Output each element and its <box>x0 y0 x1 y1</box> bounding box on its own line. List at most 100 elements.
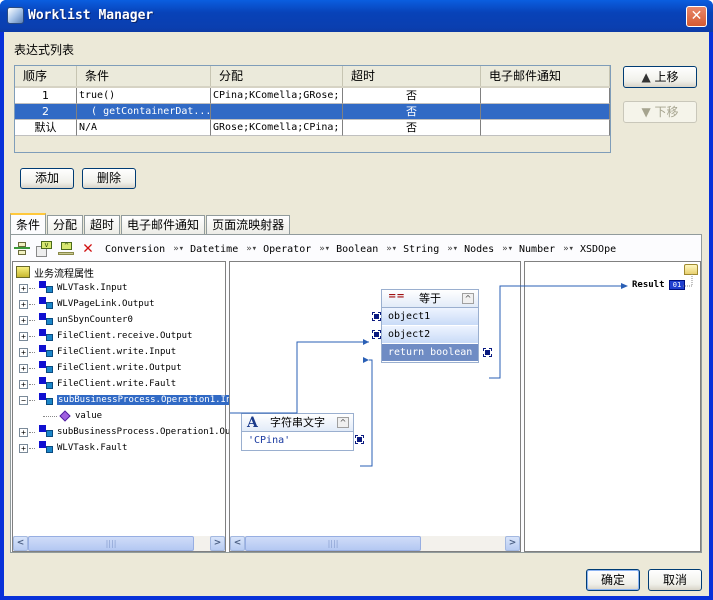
tree-item-label: value <box>75 411 103 421</box>
expression-list-label: 表达式列表 <box>14 43 75 57</box>
tree-item[interactable]: + WLVPageLink.Output <box>19 296 155 312</box>
table-header: 顺序 条件 分配 超时 电子邮件通知 <box>15 66 610 88</box>
add-button[interactable]: 添加 <box>20 168 74 189</box>
scroll-right-icon[interactable]: > <box>210 536 225 551</box>
menu-number[interactable]: Number »▾ <box>519 244 574 255</box>
tree-item[interactable]: + WLVTask.Fault <box>19 440 127 456</box>
tree-leaf-item[interactable]: value <box>43 408 102 424</box>
tree-hscrollbar[interactable]: < |||| > <box>13 536 225 551</box>
input-object1[interactable]: object1 <box>382 308 478 326</box>
tree-item[interactable]: + FileClient.write.Output <box>19 360 182 376</box>
menu-datetime[interactable]: Datetime »▾ <box>190 244 257 255</box>
expand-plus-icon[interactable]: + <box>19 379 28 389</box>
scroll-right-icon[interactable]: > <box>505 536 520 551</box>
string-literal-title: 字符串文字 <box>270 416 325 429</box>
port-string-out[interactable] <box>355 435 364 444</box>
menu-conversion[interactable]: Conversion »▾ <box>105 244 184 255</box>
table-row-selected[interactable]: 2 ( getContainerDat... 否 <box>15 104 610 120</box>
string-literal-value[interactable]: 'CPina' <box>242 432 353 450</box>
table-row[interactable]: 默认 N/A GRose;KComella;CPina; 否 <box>15 120 610 136</box>
dotted-connector <box>29 399 35 401</box>
scroll-left-icon[interactable]: < <box>13 536 28 551</box>
expand-plus-icon[interactable]: + <box>19 331 28 341</box>
expand-plus-icon[interactable]: + <box>19 443 28 453</box>
ok-button[interactable]: 确定 <box>586 569 640 591</box>
tree-item[interactable]: + unSbynCounter0 <box>19 312 133 328</box>
port-object2[interactable] <box>372 330 381 339</box>
collapse-down-icon[interactable]: v <box>36 241 52 257</box>
equals-header[interactable]: == 等于 ^ <box>382 290 478 308</box>
text-a-icon: A <box>247 415 258 431</box>
tab-timeout[interactable]: 超时 <box>84 215 121 235</box>
expand-plus-icon[interactable]: + <box>19 347 28 357</box>
tree-root[interactable]: 业务流程属性 <box>16 264 94 280</box>
column-header-order[interactable]: 顺序 <box>15 66 77 86</box>
close-button[interactable]: ✕ <box>686 6 707 27</box>
scroll-thumb[interactable]: |||| <box>28 536 194 551</box>
port-return[interactable] <box>483 348 492 357</box>
expand-plus-icon[interactable]: + <box>19 315 28 325</box>
cell-order: 2 <box>15 104 77 120</box>
tab-page-flow-mapper[interactable]: 页面流映射器 <box>206 215 291 235</box>
message-node-icon <box>38 329 54 343</box>
menu-boolean[interactable]: Boolean »▾ <box>336 244 397 255</box>
tree-item[interactable]: + FileClient.write.Fault <box>19 376 176 392</box>
collapse-up-icon[interactable]: ^ <box>58 241 74 257</box>
tab-email-notification[interactable]: 电子邮件通知 <box>121 215 206 235</box>
move-down-button[interactable]: ▼ 下移 <box>623 101 697 123</box>
expand-all-icon[interactable] <box>14 241 30 257</box>
scroll-left-icon[interactable]: < <box>230 536 245 551</box>
message-node-icon <box>38 441 54 455</box>
tree-item[interactable]: + FileClient.receive.Output <box>19 328 192 344</box>
menu-string[interactable]: String »▾ <box>403 244 458 255</box>
expand-plus-icon[interactable]: + <box>19 427 28 437</box>
cell-timeout: 否 <box>343 88 481 104</box>
tab-assign[interactable]: 分配 <box>47 215 84 235</box>
move-up-button[interactable]: ▲ 上移 <box>623 66 697 88</box>
tree-item[interactable]: + FileClient.write.Input <box>19 344 176 360</box>
cancel-button[interactable]: 取消 <box>648 569 702 591</box>
string-literal-header[interactable]: A 字符串文字 ^ <box>242 414 353 432</box>
input-object2[interactable]: object2 <box>382 326 478 344</box>
column-header-timeout[interactable]: 超时 <box>343 66 481 86</box>
folder-icon <box>684 264 698 275</box>
string-literal-box[interactable]: A 字符串文字 ^ 'CPina' <box>241 413 354 451</box>
tree-item[interactable]: + subBusinessProcess.Operation1.Output <box>19 424 252 440</box>
equals-function-box[interactable]: == 等于 ^ object1 object2 return boolean <box>381 289 479 363</box>
result-pane: Result 01 <box>524 261 701 552</box>
title-bar[interactable]: Worklist Manager ✕ <box>0 0 713 32</box>
column-header-condition[interactable]: 条件 <box>77 66 211 86</box>
cell-timeout: 否 <box>343 120 481 136</box>
column-header-email[interactable]: 电子邮件通知 <box>481 66 610 86</box>
canvas-hscrollbar[interactable]: < |||| > <box>230 536 520 551</box>
column-header-assign[interactable]: 分配 <box>211 66 343 86</box>
expand-plus-icon[interactable]: + <box>19 363 28 373</box>
field-diamond-icon <box>59 410 71 422</box>
expand-plus-icon[interactable]: + <box>19 299 28 309</box>
collapse-icon[interactable]: ^ <box>462 293 474 304</box>
tab-condition[interactable]: 条件 <box>10 213 47 235</box>
port-object1[interactable] <box>372 312 381 321</box>
table-row[interactable]: 1 true() CPina;KComella;GRose; 否 <box>15 88 610 104</box>
delete-button[interactable]: 删除 <box>82 168 136 189</box>
result-label: Result <box>632 280 665 290</box>
menu-xsdoperations[interactable]: XSDOpe <box>580 244 616 255</box>
tree-item[interactable]: − subBusinessProcess.Operation1.Input <box>19 392 249 408</box>
collapse-icon[interactable]: ^ <box>337 417 349 428</box>
delete-x-icon[interactable]: ✕ <box>80 240 96 257</box>
dotted-connector <box>29 383 35 385</box>
expression-table: 顺序 条件 分配 超时 电子邮件通知 1 true() CPina;KComel… <box>14 65 611 153</box>
message-node-icon <box>38 297 54 311</box>
scroll-thumb[interactable]: |||| <box>245 536 421 551</box>
tree-item[interactable]: + WLVTask.Input <box>19 280 127 296</box>
menu-nodes[interactable]: Nodes »▾ <box>464 244 513 255</box>
collapse-minus-icon[interactable]: − <box>19 395 28 405</box>
output-return-boolean[interactable]: return boolean <box>382 344 478 362</box>
menu-operator[interactable]: Operator »▾ <box>263 244 330 255</box>
menu-label: Number <box>519 243 556 255</box>
boolean-type-icon[interactable]: 01 <box>669 280 685 290</box>
cell-order: 1 <box>15 88 77 104</box>
move-down-label: 下移 <box>654 105 679 119</box>
menu-label: XSDOpe <box>579 243 617 255</box>
expand-plus-icon[interactable]: + <box>19 283 28 293</box>
